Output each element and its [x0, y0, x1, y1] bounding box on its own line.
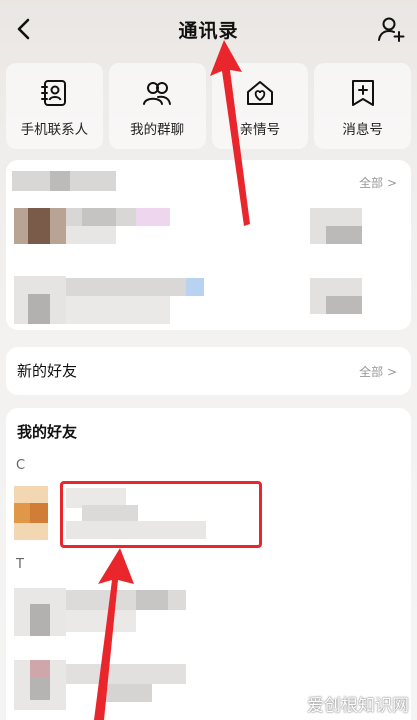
annotation-arrow-top [210, 40, 250, 226]
quick-actions: 手机联系人 我的群聊 亲情号 消息号 [6, 63, 411, 149]
my-groups-label: 我的群聊 [130, 122, 185, 138]
add-user-icon[interactable] [377, 15, 405, 43]
recent-see-all-link[interactable]: 全部 > [359, 174, 397, 191]
my-groups-button[interactable]: 我的群聊 [108, 63, 206, 149]
highlight-box [60, 481, 262, 548]
header: 通讯录 [0, 0, 417, 58]
new-friends-title: 新的好友 [17, 362, 78, 380]
page-title: 通讯录 [178, 20, 239, 42]
index-letter-c: C [16, 458, 26, 473]
phone-contacts-label: 手机联系人 [20, 122, 89, 138]
message-number-button[interactable]: 消息号 [314, 63, 411, 149]
message-plus-icon [351, 80, 374, 106]
watermark: 爱创根知识网 [307, 696, 409, 716]
group-icon [143, 82, 172, 105]
contact-book-icon [41, 80, 67, 106]
phone-contacts-button[interactable]: 手机联系人 [6, 63, 103, 149]
new-friends-row[interactable]: 新的好友 全部 > [6, 347, 411, 395]
message-number-label: 消息号 [342, 122, 383, 138]
annotation-arrow-bottom [94, 548, 134, 720]
new-friends-see-all-link[interactable]: 全部 > [359, 363, 397, 380]
my-friends-title: 我的好友 [17, 423, 78, 441]
index-letter-t: T [16, 557, 24, 572]
